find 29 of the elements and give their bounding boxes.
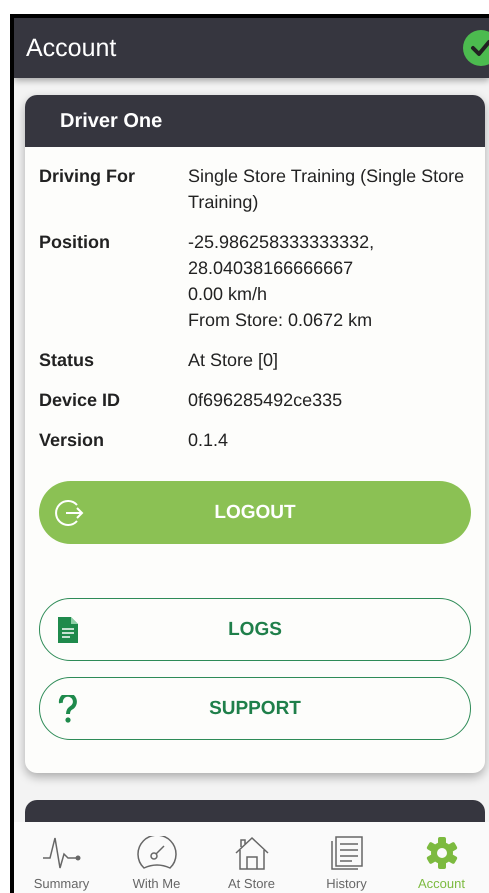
field-label: Driving For	[39, 165, 136, 188]
nav-tab[interactable]: Summary	[14, 822, 109, 893]
field-label: Version	[39, 429, 106, 452]
field-value: 0.1.4	[188, 429, 228, 452]
nav-tab[interactable]: History	[299, 822, 394, 893]
field-value: At Store [0]	[188, 349, 278, 372]
driver-name: Driver One	[60, 110, 162, 132]
field-label: Position	[39, 231, 111, 254]
field-value: -25.986258333333332,	[188, 231, 374, 254]
field-value: Single Store Training (Single Store Training)	[188, 165, 466, 214]
page-title: Account	[26, 34, 116, 62]
gear-icon	[424, 836, 458, 870]
gauge-icon	[136, 836, 178, 870]
field-value: From Store: 0.0672 km	[188, 309, 374, 332]
document-icon	[58, 616, 78, 642]
logs-button[interactable]: LOGS	[39, 598, 471, 661]
document-icon	[330, 836, 364, 870]
field-value: 0f696285492ce335	[188, 389, 342, 412]
field-label: Status	[39, 349, 96, 372]
field-value: 0.00 km/h	[188, 283, 268, 306]
support-button[interactable]: SUPPORT	[39, 677, 471, 740]
logout-icon	[55, 498, 85, 528]
house-icon	[234, 836, 270, 870]
question-icon	[58, 694, 78, 722]
nav-tab[interactable]: At Store	[204, 822, 299, 893]
field-label: Device ID	[39, 389, 122, 412]
nav-tab[interactable]: With Me	[109, 822, 204, 893]
field-value: 28.04038166666667	[188, 257, 354, 280]
pulse-icon	[42, 836, 82, 870]
